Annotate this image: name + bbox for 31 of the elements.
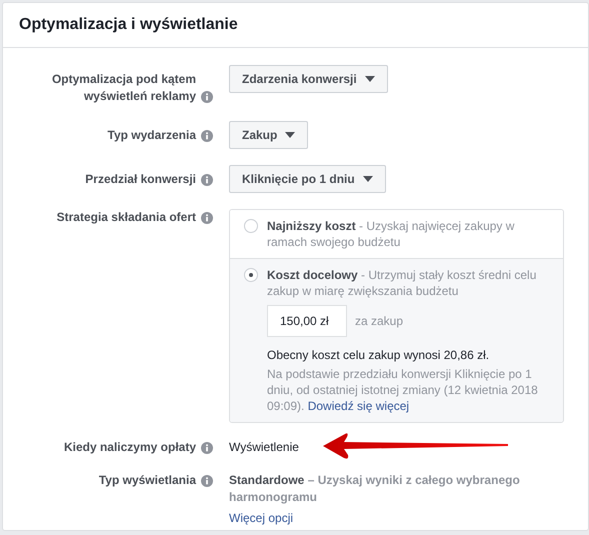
radio-button[interactable] xyxy=(244,219,258,233)
field-label: Typ wydarzenia xyxy=(108,127,196,144)
caret-icon xyxy=(285,132,296,138)
display-type-text: Standardowe – Uzyskaj wyniki z całego wybranego harmonogramu xyxy=(229,472,521,506)
dropdown-button[interactable]: Zdarzenia konwersji xyxy=(229,65,388,93)
field-label: Typ wyświetlania xyxy=(98,472,196,489)
info-icon[interactable] xyxy=(201,91,213,103)
bid-unit: za zakup xyxy=(355,313,404,329)
info-icon[interactable] xyxy=(201,130,213,142)
dropdown-button[interactable]: Zakup xyxy=(229,121,308,149)
dropdown-button[interactable]: Kliknięcie po 1 dniu xyxy=(229,165,386,193)
radio-button[interactable] xyxy=(244,268,258,282)
field-label: Optymalizacja pod kątem wyświetleń reklamy xyxy=(50,71,196,105)
caret-icon xyxy=(364,76,375,82)
info-icon[interactable] xyxy=(201,442,213,454)
field-label: Kiedy naliczymy opłaty xyxy=(64,439,196,456)
info-icon[interactable] xyxy=(201,212,213,224)
note-text: Na podstawie przedziału konwersji Kliknięcie po 1 dniu, od ostatniej istotnej zmiany (12 kwietnia 2018 09:09). Dowiedź się więcej xyxy=(267,366,539,414)
caret-icon xyxy=(362,176,373,182)
field-label: Strategia składania ofert xyxy=(56,209,196,226)
current-cost-text: Obecny koszt celu zakup wynosi 20,86 zł. xyxy=(267,347,490,363)
learn-more-link[interactable]: Dowiedź się więcej xyxy=(308,399,410,413)
panel-title: Optymalizacja i wyświetlanie xyxy=(19,15,238,35)
more-options-link[interactable]: Więcej opcji xyxy=(229,510,294,527)
bid-input-field[interactable]: 150,00 zł xyxy=(267,305,347,337)
option-text: Najniższy koszt - Uzyskaj najwięcej zakupy w ramach swojego budżetu xyxy=(267,218,516,250)
field-value: Wyświetlenie xyxy=(229,439,299,456)
option-text: Koszt docelowy - Utrzymuj stały koszt średni celu zakup w miarę zwiększania budżetu xyxy=(267,267,538,299)
info-icon[interactable] xyxy=(201,475,213,487)
info-icon[interactable] xyxy=(201,174,213,186)
field-label: Przedział konwersji xyxy=(85,171,196,188)
